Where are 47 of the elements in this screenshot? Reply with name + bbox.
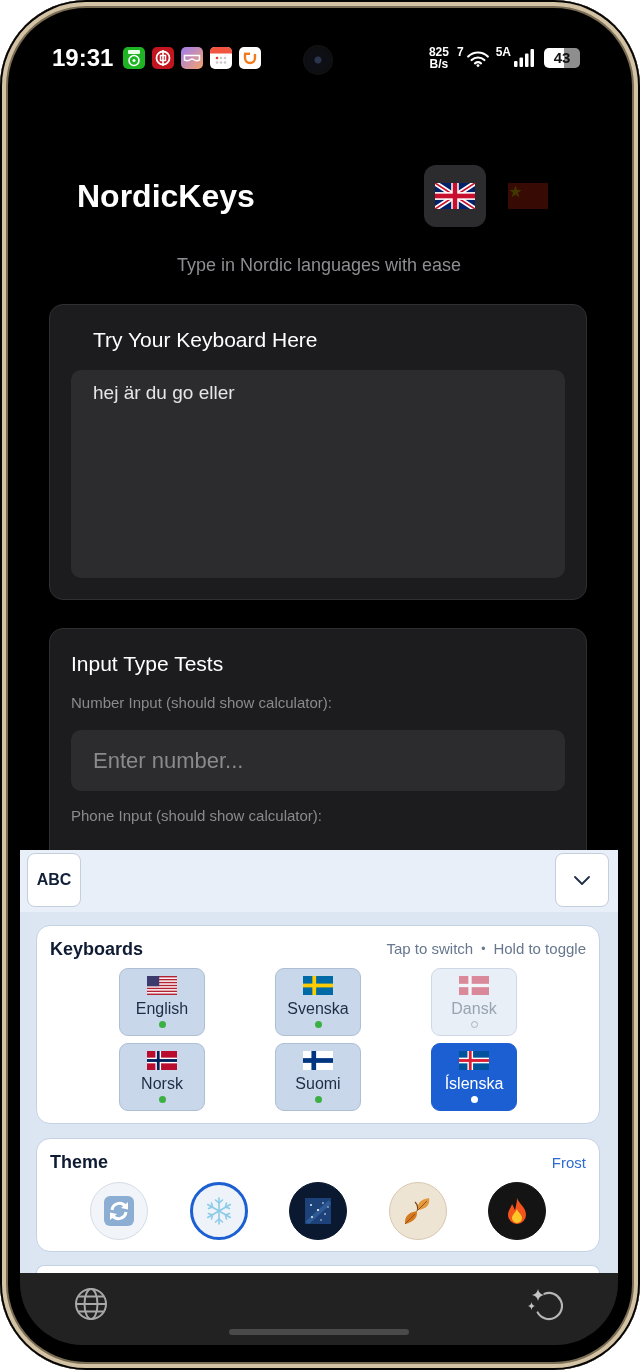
network-speed-unit: B/s (429, 58, 449, 70)
app-title: NordicKeys (77, 177, 256, 216)
signal-label: 5A (495, 46, 511, 58)
app-icon (123, 47, 146, 69)
current-theme: Frost (551, 1153, 586, 1171)
keyboard-option[interactable]: Norsk (119, 1043, 205, 1111)
status-time: 19:31 (52, 44, 114, 72)
flag-icon (147, 1051, 177, 1070)
keyboard-option[interactable]: English (119, 968, 205, 1036)
flag-icon (303, 976, 333, 995)
signal-icon (514, 49, 534, 67)
flag-icon (435, 183, 475, 209)
wifi-icon (466, 49, 489, 67)
goggles-app-icon (181, 47, 204, 69)
app-icon (239, 47, 262, 69)
language-button[interactable] (424, 165, 486, 227)
flag-icon (459, 976, 489, 995)
card-title: Try Your Keyboard Here (92, 327, 319, 353)
sync-arrows-icon (104, 1196, 134, 1226)
starfield-icon (303, 1196, 333, 1226)
wifi-label: 7 (456, 46, 464, 58)
chevron-down-icon (574, 875, 590, 885)
abc-button[interactable]: ABC (27, 853, 81, 907)
app-icon (152, 47, 175, 69)
app-subtitle: Type in Nordic languages with ease (175, 254, 463, 277)
section-title: Theme (50, 1151, 109, 1173)
number-input[interactable]: Enter number... (71, 730, 565, 791)
section-title: Keyboards (50, 938, 144, 960)
keyboard-option[interactable]: Svenska (275, 968, 361, 1036)
flag-icon (459, 1051, 489, 1070)
tap-hint: Tap to switch (386, 939, 474, 959)
flag-icon (147, 976, 177, 995)
flag-icon (303, 1051, 333, 1070)
battery-indicator: 43 (544, 48, 580, 68)
calendar-icon (210, 47, 233, 69)
field-label: Number Input (should show calculator): (71, 693, 333, 713)
keyboard-option[interactable]: Suomi (275, 1043, 361, 1111)
keyboard-option[interactable]: Íslenska (431, 1043, 517, 1111)
globe-icon[interactable] (73, 1286, 109, 1322)
hint-separator: • (481, 941, 486, 958)
flag-icon (508, 183, 548, 209)
text-input-area[interactable]: hej är du go eller (71, 370, 565, 578)
card-title: Input Type Tests (71, 651, 225, 677)
field-label: Phone Input (should show calculator): (71, 806, 323, 826)
hold-hint: Hold to toggle (493, 939, 586, 959)
front-camera (305, 47, 331, 73)
network-speed: 825 (428, 46, 449, 58)
